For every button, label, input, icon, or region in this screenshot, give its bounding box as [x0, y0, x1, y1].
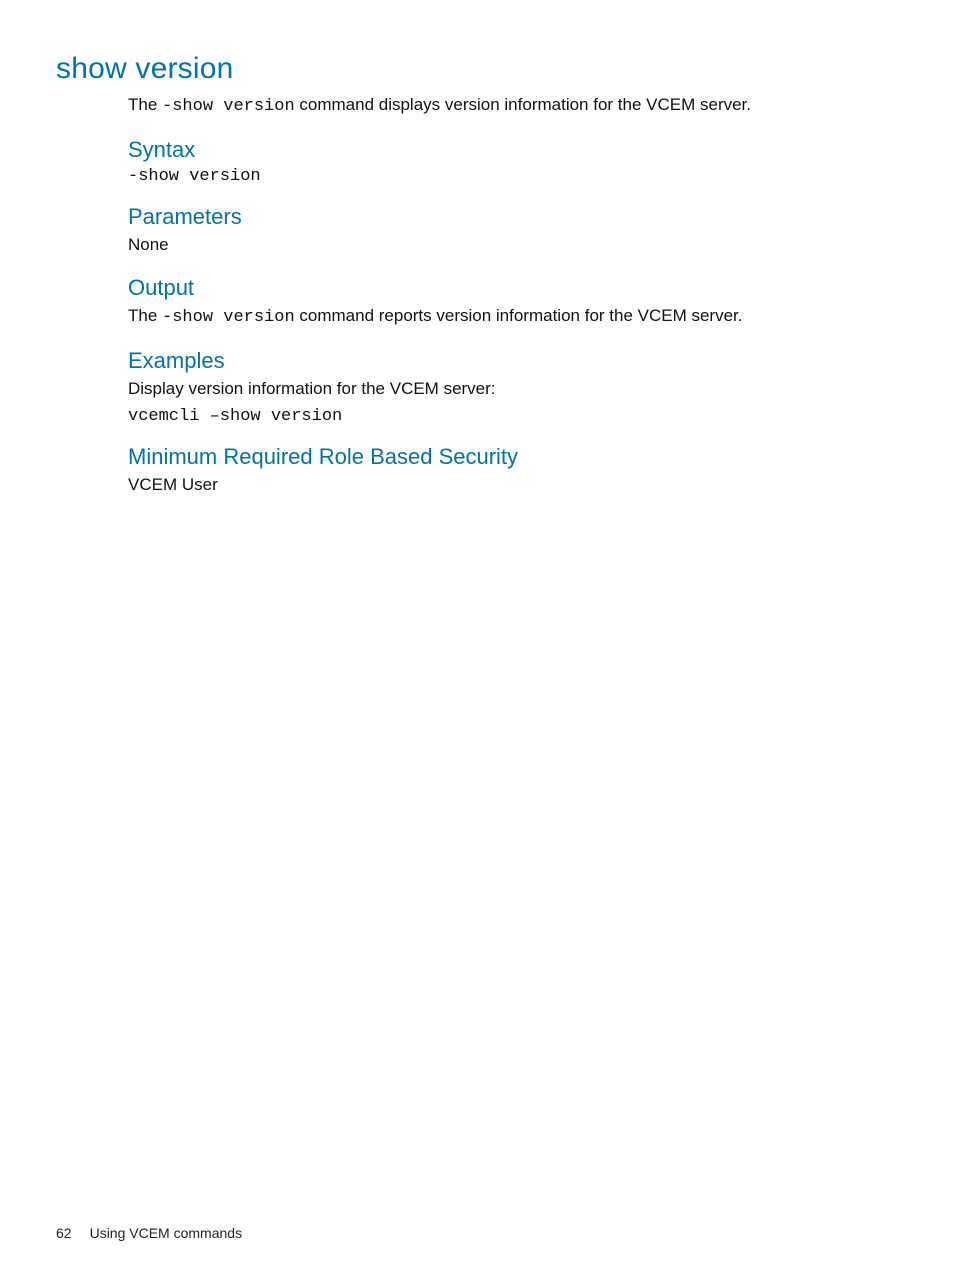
content-block: The -show version command displays versi… [128, 94, 898, 497]
page-title: show version [56, 52, 898, 86]
intro-text-pre: The [128, 95, 162, 114]
page-footer: 62 Using VCEM commands [56, 1225, 242, 1241]
output-text-post: command reports version information for … [295, 306, 743, 325]
examples-code: vcemcli –show version [128, 407, 898, 426]
examples-body: Display version information for the VCEM… [128, 378, 898, 401]
output-text-pre: The [128, 306, 162, 325]
intro-paragraph: The -show version command displays versi… [128, 94, 898, 119]
page-number: 62 [56, 1225, 72, 1241]
syntax-heading: Syntax [128, 137, 898, 163]
document-page: show version The -show version command d… [0, 0, 954, 1271]
intro-code: -show version [162, 97, 295, 116]
parameters-body: None [128, 234, 898, 257]
intro-text-post: command displays version information for… [295, 95, 751, 114]
security-heading: Minimum Required Role Based Security [128, 444, 898, 470]
syntax-code: -show version [128, 167, 898, 186]
footer-section: Using VCEM commands [90, 1225, 243, 1241]
parameters-heading: Parameters [128, 204, 898, 230]
output-paragraph: The -show version command reports versio… [128, 305, 898, 330]
output-code: -show version [162, 308, 295, 327]
output-heading: Output [128, 275, 898, 301]
examples-heading: Examples [128, 348, 898, 374]
security-body: VCEM User [128, 474, 898, 497]
